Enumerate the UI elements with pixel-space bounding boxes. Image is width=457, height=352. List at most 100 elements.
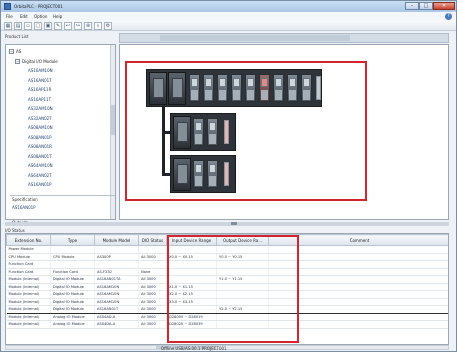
table-cell[interactable]: All 3000: [138, 275, 167, 284]
tree-expander-icon[interactable]: −: [15, 58, 20, 64]
redo-icon[interactable]: ⊕: [84, 22, 92, 30]
table-cell[interactable]: Module (Internal): [6, 283, 51, 291]
menu-help[interactable]: Help: [53, 14, 62, 19]
tree-item[interactable]: AS16AP11T: [28, 97, 51, 102]
new-icon[interactable]: ▦: [4, 22, 12, 30]
status-bar-text: Offline USB/AS.00.1 PROJECT001: [161, 346, 227, 351]
table-cell[interactable]: All 3000: [138, 298, 167, 306]
column-header-dio-status[interactable]: DIO Status: [138, 234, 167, 246]
table-cell[interactable]: None: [138, 268, 167, 276]
title-bar: OrbitaPLC - PROJECT001 – □ ✕: [1, 1, 456, 12]
application-window: OrbitaPLC - PROJECT001 – □ ✕ File Edit O…: [0, 0, 457, 352]
table-cell[interactable]: Digital IO Module: [50, 305, 95, 314]
table-cell[interactable]: AS-F232: [94, 268, 139, 276]
table-cell[interactable]: Digital IO Module: [50, 283, 95, 291]
tree-item[interactable]: AS64AN02T: [28, 173, 52, 178]
table-cell[interactable]: [50, 260, 95, 269]
table-cell[interactable]: Module (Internal): [6, 275, 51, 284]
table-cell[interactable]: Analog IO Module: [50, 313, 95, 321]
tree-divider: [10, 195, 115, 196]
close-button[interactable]: ✕: [433, 2, 455, 10]
table-cell[interactable]: [94, 245, 139, 254]
table-cell[interactable]: AS300P: [94, 253, 139, 261]
table-cell[interactable]: CPU Module: [6, 253, 51, 261]
table-cell[interactable]: Module (Internal): [6, 298, 51, 306]
zoom-icon[interactable]: ⌕: [94, 22, 102, 30]
tree-item[interactable]: AS64AM10N: [28, 163, 53, 168]
specification-value: AS16AN01P: [12, 205, 36, 210]
table-cell[interactable]: All 3000: [138, 305, 167, 314]
tree-item[interactable]: AS08AN01P: [28, 135, 52, 140]
tree-item[interactable]: AS08AM10N: [28, 125, 53, 130]
tree-scroll-thumb[interactable]: [111, 105, 115, 135]
table-cell[interactable]: AS16AN01TA: [94, 275, 139, 284]
table-cell[interactable]: Digital IO Module: [50, 275, 95, 284]
menu-option[interactable]: Option: [34, 14, 47, 19]
table-cell[interactable]: Digital IO Module: [50, 298, 95, 306]
table-cell[interactable]: All 3000: [138, 290, 167, 299]
menu-file[interactable]: File: [6, 14, 13, 19]
table-cell[interactable]: Function Card: [6, 260, 51, 269]
io-range-highlight-box: [167, 235, 299, 343]
paste-icon[interactable]: ↩: [64, 22, 72, 30]
table-cell[interactable]: AS16AM10N: [94, 298, 139, 306]
table-cell[interactable]: Analog IO Module: [50, 320, 95, 329]
table-cell[interactable]: Module (Internal): [6, 290, 51, 299]
table-cell[interactable]: All 3000: [138, 313, 167, 321]
table-cell[interactable]: [138, 245, 167, 254]
tree-item[interactable]: AS16AM10N: [28, 68, 53, 73]
canvas-tab[interactable]: [160, 35, 350, 41]
table-cell[interactable]: All 3000: [138, 253, 167, 261]
help-icon[interactable]: ?: [445, 13, 452, 20]
tree-item[interactable]: AS08AN01R: [28, 144, 52, 149]
tree-expander-icon[interactable]: −: [9, 49, 14, 54]
menu-edit[interactable]: Edit: [20, 14, 28, 19]
tree-item[interactable]: Digital I/O Module: [22, 59, 58, 64]
undo-icon[interactable]: ↪: [74, 22, 82, 30]
table-cell[interactable]: All 3000: [138, 320, 167, 329]
table-cell[interactable]: AS16AM10N: [94, 290, 139, 299]
table-cell[interactable]: Power Module: [6, 245, 51, 254]
open-icon[interactable]: ▤: [14, 22, 22, 30]
table-cell[interactable]: [50, 245, 95, 254]
column-header-extension-no[interactable]: Extension No.: [6, 234, 51, 246]
canvas-tab-bar: [119, 33, 449, 43]
column-header-type[interactable]: Type: [50, 234, 95, 246]
tree-scrollbar[interactable]: [110, 45, 115, 219]
table-horizontal-scrollbar[interactable]: [5, 345, 449, 350]
column-header-module-model[interactable]: Module Model: [94, 234, 139, 246]
table-cell[interactable]: [138, 260, 167, 269]
tree-item[interactable]: AS16AN01P: [28, 182, 52, 187]
table-cell[interactable]: Digital IO Module: [50, 290, 95, 299]
canvas-highlight-box: [125, 61, 367, 201]
table-cell[interactable]: AS16AN01T: [94, 305, 139, 314]
table-cell[interactable]: AS04AD-A: [94, 313, 139, 321]
window-title: OrbitaPLC - PROJECT001: [14, 4, 63, 9]
copy-icon[interactable]: ✎: [54, 22, 62, 30]
pane-splitter[interactable]: [5, 222, 449, 226]
table-cell[interactable]: All 3000: [138, 283, 167, 291]
minimize-button[interactable]: –: [405, 2, 419, 10]
table-cell[interactable]: Module (Internal): [6, 320, 51, 329]
tree-item[interactable]: AS32AN02T: [28, 116, 52, 121]
save-icon[interactable]: ▫: [24, 22, 32, 30]
table-cell[interactable]: [94, 260, 139, 269]
cut-icon[interactable]: ▣: [44, 22, 52, 30]
tree-item[interactable]: AS32AM10N: [28, 106, 53, 111]
tree-item[interactable]: AS16AN01T: [28, 78, 52, 83]
print-icon[interactable]: ▢: [34, 22, 42, 30]
settings-icon[interactable]: ⚙: [104, 22, 112, 30]
tree-item[interactable]: AS: [16, 49, 21, 54]
table-cell[interactable]: Module (Internal): [6, 305, 51, 314]
tree-item[interactable]: AS16AP11R: [28, 87, 51, 92]
table-cell[interactable]: Function Card: [50, 268, 95, 276]
maximize-button[interactable]: □: [419, 2, 433, 10]
table-cell[interactable]: Function Card: [6, 268, 51, 276]
table-cell[interactable]: AS16AM10N: [94, 283, 139, 291]
splitter-grip[interactable]: [231, 222, 237, 225]
tree-item[interactable]: AS08AN01T: [28, 154, 52, 159]
table-cell[interactable]: Module (Internal): [6, 313, 51, 321]
table-cell[interactable]: AS04DA-A: [94, 320, 139, 329]
table-cell[interactable]: CPU Module: [50, 253, 95, 261]
product-list-header: Product List: [5, 34, 29, 39]
